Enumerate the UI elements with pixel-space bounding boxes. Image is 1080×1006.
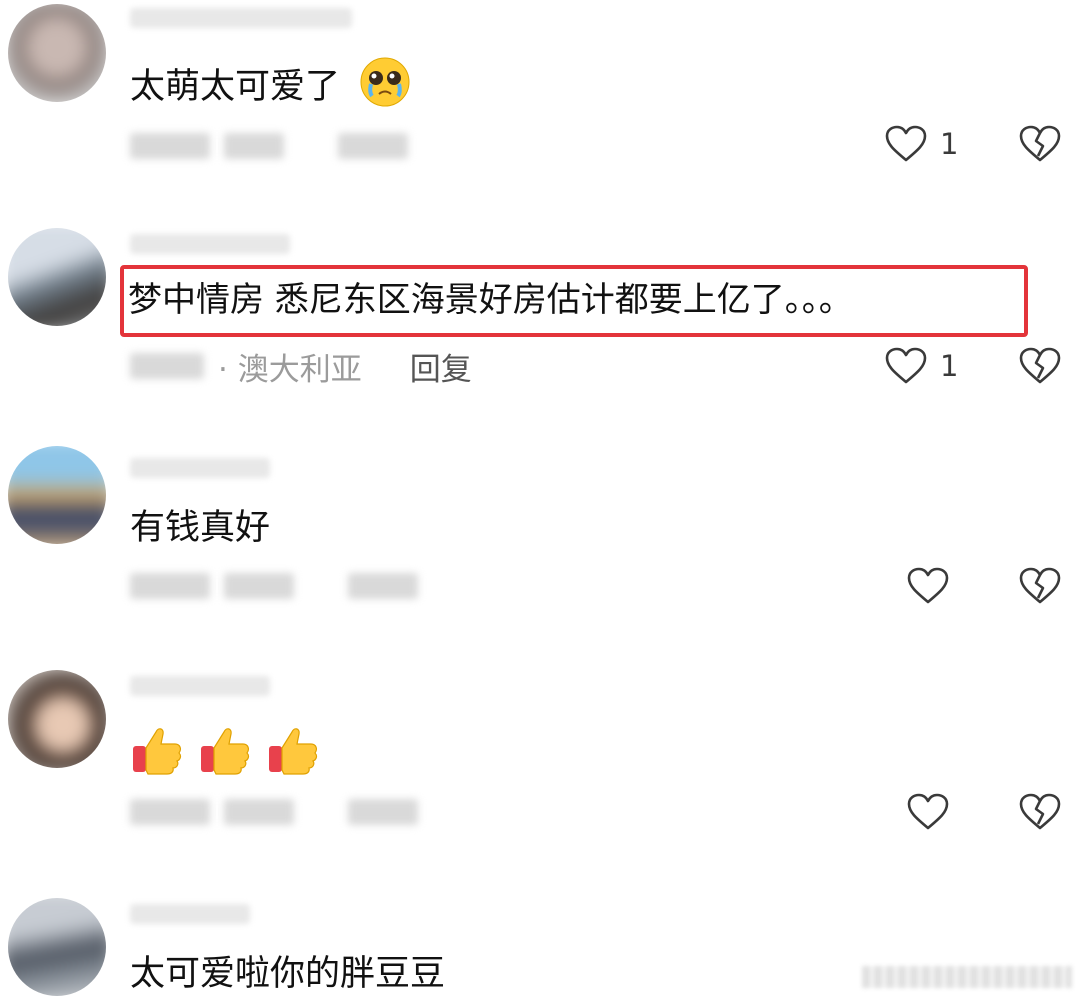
username-blurred[interactable]	[130, 458, 270, 478]
comment-text: 太可爱啦你的胖豆豆	[130, 954, 446, 994]
like-count: 1	[940, 349, 959, 383]
pleading-face-emoji	[359, 56, 411, 121]
avatar[interactable]	[8, 670, 106, 768]
avatar[interactable]	[8, 898, 106, 996]
comment-location: · 澳大利亚	[218, 351, 362, 388]
reply-button[interactable]: 回复	[410, 344, 472, 389]
location-blurred	[224, 573, 294, 599]
reply-button-blurred[interactable]	[348, 573, 418, 599]
username-blurred[interactable]	[130, 676, 270, 696]
location-blurred	[224, 133, 284, 159]
timestamp-blurred	[130, 353, 204, 379]
dislike-button[interactable]	[1018, 346, 1062, 386]
comment-meta	[130, 126, 408, 166]
username-blurred[interactable]	[130, 8, 352, 28]
watermark-blurred	[862, 966, 1072, 988]
like-button[interactable]: 1	[884, 346, 958, 386]
comment-text: 太萌太可爱了	[130, 56, 411, 121]
avatar[interactable]	[8, 228, 106, 326]
heart-outline-icon	[884, 346, 928, 386]
username-blurred[interactable]	[130, 904, 250, 924]
dislike-button[interactable]	[1018, 124, 1062, 164]
reply-button-blurred[interactable]	[338, 133, 408, 159]
thumbs-up-emoji	[198, 722, 252, 780]
comment-emoji-row	[130, 722, 320, 780]
thumbs-up-emoji	[266, 722, 320, 780]
avatar[interactable]	[8, 446, 106, 544]
comment-meta	[130, 792, 418, 832]
heart-outline-icon	[884, 124, 928, 164]
comment-meta	[130, 566, 418, 606]
broken-heart-icon	[1018, 566, 1062, 606]
broken-heart-icon	[1018, 346, 1062, 386]
comment-text: 有钱真好	[130, 508, 271, 548]
like-button[interactable]: 1	[884, 124, 958, 164]
dislike-button[interactable]	[1018, 792, 1062, 832]
comment-text-label: 太萌太可爱了	[130, 67, 341, 107]
comment-meta: · 澳大利亚 回复	[130, 344, 472, 389]
broken-heart-icon	[1018, 792, 1062, 832]
timestamp-blurred	[130, 573, 210, 599]
heart-outline-icon	[906, 792, 950, 832]
like-button[interactable]	[906, 792, 950, 832]
username-blurred[interactable]	[130, 234, 290, 254]
comment-text: 梦中情房 悉尼东区海景好房估计都要上亿了。。。	[128, 280, 853, 320]
heart-outline-icon	[906, 566, 950, 606]
thumbs-up-emoji	[130, 722, 184, 780]
timestamp-blurred	[130, 133, 210, 159]
avatar[interactable]	[8, 4, 106, 102]
dislike-button[interactable]	[1018, 566, 1062, 606]
reply-button-blurred[interactable]	[348, 799, 418, 825]
like-button[interactable]	[906, 566, 950, 606]
location-blurred	[224, 799, 294, 825]
like-count: 1	[940, 127, 959, 161]
broken-heart-icon	[1018, 124, 1062, 164]
timestamp-blurred	[130, 799, 210, 825]
